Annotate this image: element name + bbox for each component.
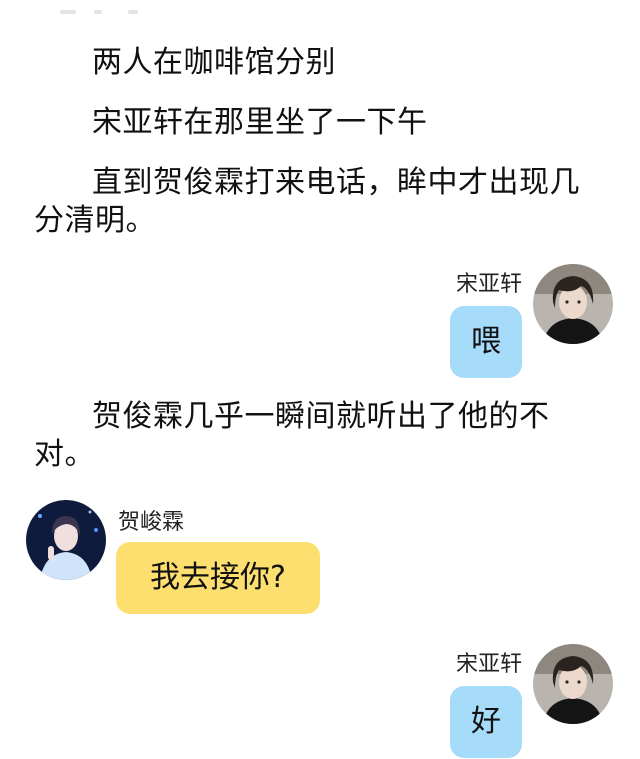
speaker-name: 宋亚轩 xyxy=(455,652,522,677)
speaker-name: 贺峻霖 xyxy=(118,510,185,535)
message-bubble-self[interactable]: 喂 xyxy=(450,306,522,378)
avatar-blue-stage-icon[interactable] xyxy=(26,500,106,580)
speaker-name: 宋亚轩 xyxy=(455,272,522,297)
avatar-dark-hair-icon[interactable] xyxy=(533,644,613,724)
message-bubble-self[interactable]: 好 xyxy=(450,686,522,758)
avatar-dark-hair-icon[interactable] xyxy=(533,264,613,344)
cropped-text-fragment xyxy=(94,10,102,14)
narration-line: 贺俊霖几乎一瞬间就听出了他的不对。 xyxy=(34,399,550,472)
narration-line: 直到贺俊霖打来电话，眸中才出现几分清明。 xyxy=(34,165,580,238)
narration-line: 宋亚轩在那里坐了一下午 xyxy=(92,105,428,140)
narration-line: 两人在咖啡馆分别 xyxy=(92,45,336,80)
message-bubble-other[interactable]: 我去接你? xyxy=(116,542,320,614)
cropped-text-fragment xyxy=(60,10,76,14)
cropped-text-fragment xyxy=(128,10,138,14)
